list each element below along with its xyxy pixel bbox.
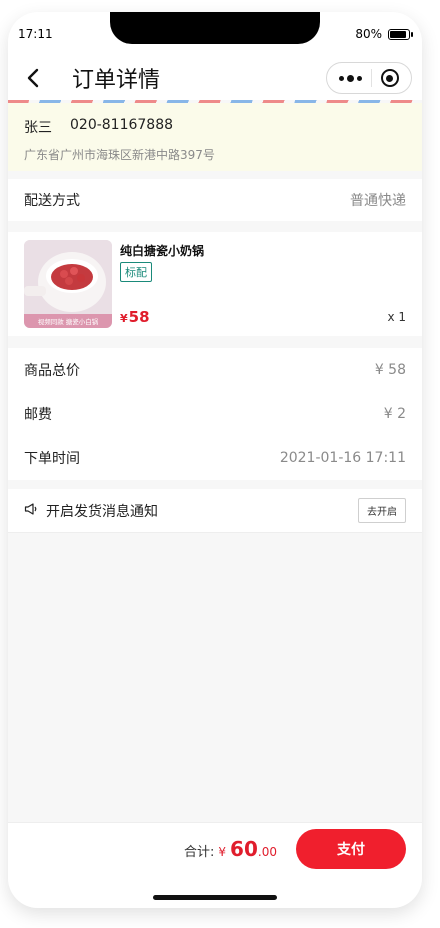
order-time-value: 2021-01-16 17:11 [279,450,406,466]
postage-value: ¥ 2 [383,406,406,422]
product-name: 纯白搪瓷小奶锅 [120,244,205,258]
enable-notification-button[interactable]: 去开启 [358,498,406,523]
total-currency: ¥ [218,845,227,859]
close-miniprogram-icon[interactable] [380,69,399,87]
miniprogram-capsule [326,62,412,94]
shipping-method-row: 配送方式 普通快递 [8,179,422,221]
product-price-value: 58 [128,308,150,326]
back-arrow-icon[interactable] [18,63,48,93]
device-notch [110,12,320,44]
order-time-label: 下单时间 [24,451,80,467]
recipient-address: 广东省广州市海珠区新港中路397号 [24,148,215,162]
megaphone-icon [24,502,38,520]
thumbnail-caption: 视频同款 搪瓷小白锅 [38,317,99,326]
product-item[interactable]: 视频同款 搪瓷小白锅 纯白搪瓷小奶锅 标配 ¥58 x 1 [8,232,422,336]
page-title: 订单详情 [72,68,161,93]
battery-percent: 80% [355,27,382,41]
recipient-phone: 020-81167888 [70,117,174,133]
order-total: 合计: ¥ 60 .00 [184,837,277,861]
postage-row: 邮费 ¥ 2 [8,392,422,436]
home-indicator [153,895,277,900]
recipient-name: 张三 [24,120,52,136]
total-amount: 60 [230,837,258,861]
order-time-row: 下单时间 2021-01-16 17:11 [8,436,422,480]
battery-status: 80% [355,27,413,41]
product-currency: ¥ [120,312,128,325]
checkout-bar: 合计: ¥ 60 .00 支付 [8,822,422,908]
battery-icon [388,28,413,40]
capsule-divider [370,69,372,87]
shipping-method-label: 配送方式 [24,193,80,209]
shipping-notification-row: 开启发货消息通知 去开启 [8,489,422,533]
total-label: 合计: [184,845,215,860]
shipping-method-value: 普通快递 [350,193,406,209]
product-spec-tag: 标配 [120,262,152,282]
subtotal-row: 商品总价 ¥ 58 [8,348,422,392]
product-quantity: x 1 [387,310,406,324]
address-card[interactable]: 张三 020-81167888 广东省广州市海珠区新港中路397号 [8,103,422,171]
total-cents: .00 [257,845,277,859]
postage-label: 邮费 [24,407,52,423]
subtotal-label: 商品总价 [24,363,80,379]
product-thumbnail: 视频同款 搪瓷小白锅 [24,240,112,328]
nav-bar: 订单详情 [8,56,422,100]
more-options-icon[interactable] [339,74,363,82]
product-price: ¥58 [120,308,150,326]
status-time: 17:11 [18,27,53,41]
pay-button[interactable]: 支付 [296,829,406,869]
notification-label: 开启发货消息通知 [46,503,158,520]
subtotal-value: ¥ 58 [374,362,406,378]
phone-frame: 17:11 80% 订单详情 张三 020-81167888 广东省广州市海珠区… [8,12,422,908]
